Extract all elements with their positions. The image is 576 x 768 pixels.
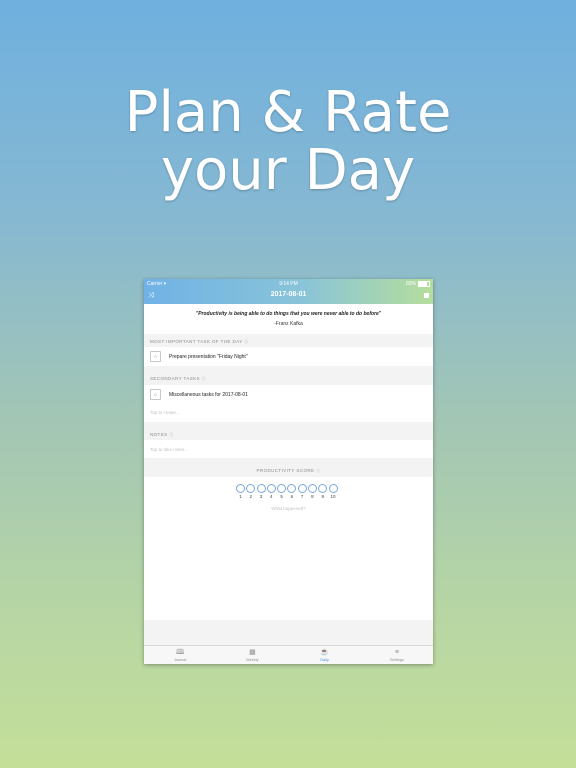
calendar-icon[interactable]	[424, 293, 429, 298]
radio-circle-icon[interactable]	[266, 484, 276, 493]
page-title[interactable]: 2017-08-01	[144, 291, 433, 298]
menu-lines-icon: ≡	[394, 649, 399, 656]
score-option-8[interactable]: 8	[307, 484, 317, 499]
tab-label: Daily	[320, 658, 329, 662]
tab-weekly[interactable]: ▦ Weekly	[216, 646, 288, 664]
info-icon[interactable]: ⓘ	[244, 339, 248, 344]
tab-bar: 🕮 Journal ▦ Weekly ☕ Daily ≡ Settings	[144, 645, 433, 664]
score-selector: 1 2 3 4 5 6 7 8 9 10	[236, 484, 338, 499]
task-checkbox[interactable]: 0	[150, 351, 161, 362]
task-text: Prepare presentation "Friday Night"	[169, 354, 248, 360]
status-bar: Carrier ▾ 9:14 PM 80%	[144, 281, 433, 289]
daily-content: "Productivity is being able to do things…	[144, 304, 433, 646]
headline-line-1: Plan & Rate	[124, 80, 452, 145]
quote-text: "Productivity is being able to do things…	[195, 311, 382, 317]
tab-label: Settings	[390, 658, 404, 662]
score-option-1[interactable]: 1	[236, 484, 245, 499]
battery-status: 80%	[406, 281, 430, 287]
radio-circle-icon[interactable]	[328, 484, 338, 493]
info-icon[interactable]: ⓘ	[169, 432, 173, 437]
quote-author: -Franz Kafka	[274, 321, 303, 327]
tab-settings[interactable]: ≡ Settings	[361, 646, 433, 664]
secondary-section-label: SECONDARY TASKS ⓘ	[150, 376, 206, 381]
radio-circle-icon[interactable]	[287, 484, 297, 493]
score-option-10[interactable]: 10	[328, 484, 338, 499]
radio-circle-icon[interactable]	[277, 484, 287, 493]
nav-bar: ⤨ 2017-08-01	[144, 290, 433, 302]
what-happened-input[interactable]: What happened?	[144, 506, 433, 511]
notes-placeholder: Tap to take notes...	[150, 447, 189, 452]
radio-circle-icon[interactable]	[307, 484, 317, 493]
radio-circle-icon[interactable]	[318, 484, 328, 493]
top-bar: Carrier ▾ 9:14 PM 80% ⤨ 2017-08-01	[144, 279, 433, 304]
status-time: 9:14 PM	[279, 281, 298, 287]
battery-icon	[418, 281, 430, 287]
score-panel: 1 2 3 4 5 6 7 8 9 10 What happened?	[144, 477, 433, 620]
score-option-3[interactable]: 3	[256, 484, 266, 499]
device-screen: Carrier ▾ 9:14 PM 80% ⤨ 2017-08-01 "Prod…	[144, 279, 433, 664]
task-checkbox[interactable]: 0	[150, 389, 161, 400]
radio-circle-icon[interactable]	[236, 484, 245, 493]
task-text[interactable]: Miscellaneous tasks for 2017-08-01	[169, 392, 248, 398]
radio-circle-icon[interactable]	[256, 484, 266, 493]
create-task-placeholder[interactable]: Tap to create...	[150, 410, 180, 415]
score-option-7[interactable]: 7	[297, 484, 307, 499]
promo-headline: Plan & Rate your Day	[0, 84, 576, 200]
notes-field[interactable]: Tap to take notes...	[144, 440, 433, 458]
tab-label: Journal	[173, 658, 187, 662]
battery-percent: 80%	[405, 281, 416, 287]
score-option-5[interactable]: 5	[277, 484, 287, 499]
mit-task-row[interactable]: 0 Prepare presentation "Friday Night"	[144, 347, 433, 366]
tab-label: Weekly	[246, 658, 259, 662]
score-option-9[interactable]: 9	[318, 484, 328, 499]
secondary-tasks-list: 0 Miscellaneous tasks for 2017-08-01 Tap…	[144, 385, 433, 422]
calendar-grid-icon: ▦	[249, 649, 256, 656]
radio-circle-icon[interactable]	[246, 484, 256, 493]
radio-circle-icon[interactable]	[297, 484, 307, 493]
score-option-6[interactable]: 6	[287, 484, 297, 499]
score-section-label: PRODUCTIVITY SCORE ⓘ	[256, 468, 321, 473]
info-icon[interactable]: ⓘ	[202, 376, 206, 381]
notes-section-label: NOTES ⓘ	[150, 432, 174, 437]
mit-section-label: MOST IMPORTANT TASK OF THE DAY ⓘ	[150, 339, 249, 344]
coffee-cup-icon: ☕	[320, 649, 329, 656]
info-icon[interactable]: ⓘ	[316, 468, 320, 473]
quote-card: "Productivity is being able to do things…	[144, 304, 433, 334]
score-option-4[interactable]: 4	[266, 484, 276, 499]
book-icon: 🕮	[175, 649, 185, 656]
headline-line-2: your Day	[160, 138, 416, 203]
tab-journal[interactable]: 🕮 Journal	[144, 646, 216, 664]
tab-daily[interactable]: ☕ Daily	[289, 646, 361, 664]
score-option-2[interactable]: 2	[246, 484, 256, 499]
